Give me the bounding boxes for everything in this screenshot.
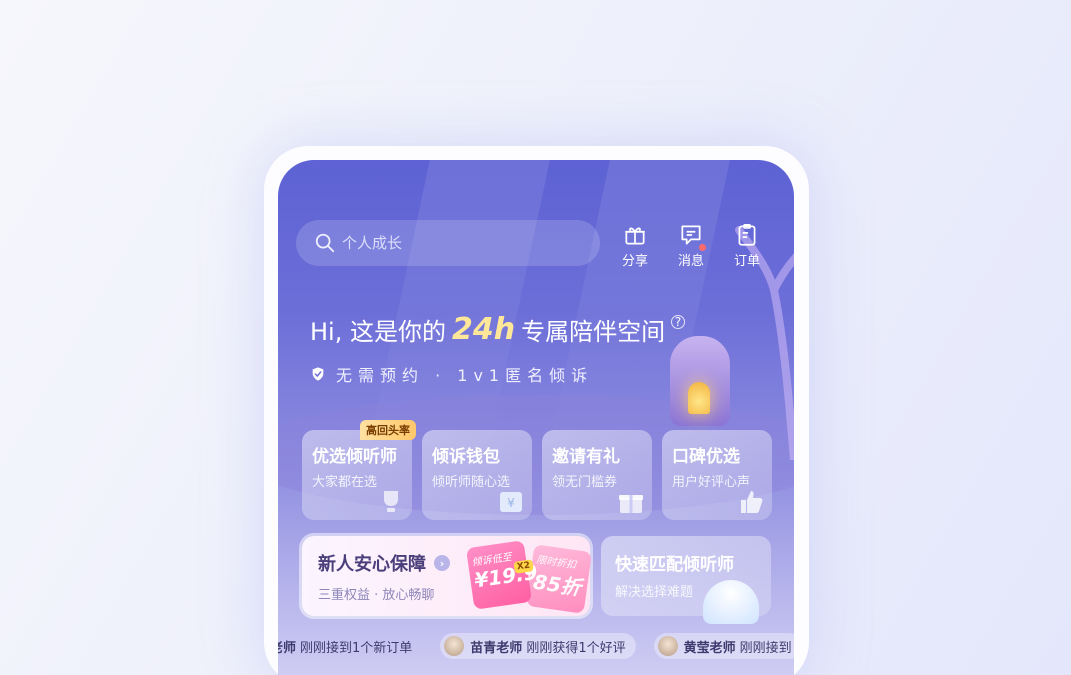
promo-title-text: 新人安心保障	[318, 554, 426, 575]
card-invite[interactable]: 邀请有礼 领无门槛券	[542, 430, 652, 520]
orders-label: 订单	[733, 254, 760, 269]
messages-label: 消息	[677, 254, 704, 269]
top-actions: 分享 消息 订单	[618, 222, 764, 269]
shield-check-icon	[312, 367, 324, 381]
card-preferred-listener[interactable]: 优选倾听师 大家都在选	[302, 430, 412, 520]
unread-dot	[699, 244, 706, 251]
hero-subtitle: 无需预约 · 1v1匿名倾诉	[310, 362, 593, 386]
ticker-name: 老师	[278, 640, 297, 656]
messages-button[interactable]: 消息	[674, 222, 708, 269]
orders-button[interactable]: 订单	[730, 222, 764, 269]
ticker-name: 苗青老师	[470, 640, 523, 656]
card-title: 邀请有礼	[552, 447, 620, 467]
hero-subtitle-text: 无需预约 · 1v1匿名倾诉	[336, 366, 594, 385]
avatar	[444, 636, 465, 656]
search-icon	[315, 233, 335, 253]
ticker-item: 苗青老师 刚刚获得1个好评	[440, 633, 636, 659]
glowing-door	[688, 382, 710, 414]
badge-high-return: 高回头率	[360, 420, 416, 440]
newbie-guarantee-card[interactable]: 新人安心保障 › 三重权益 · 放心畅聊 限时折扣 85折 倾诉低至 ¥19.9…	[302, 536, 593, 616]
gift-icon	[625, 227, 645, 245]
hero-title-suffix: 专属陪伴空间	[521, 318, 666, 346]
hero-title-prefix: Hi, 这是你的	[310, 318, 446, 346]
share-button[interactable]: 分享	[618, 222, 652, 269]
ticker-item: 老师 刚刚接到1个新订单	[278, 634, 422, 659]
card-title: 优选倾听师	[312, 447, 397, 467]
gift-box-icon	[619, 495, 643, 513]
share-label: 分享	[621, 254, 648, 269]
search-bar[interactable]	[296, 220, 600, 266]
search-input[interactable]	[342, 234, 582, 252]
ticker-text: 刚刚接到	[739, 640, 792, 656]
card-title: 倾诉钱包	[432, 447, 500, 467]
tree-stump-illustration	[670, 336, 730, 426]
quick-match-card[interactable]: 快速匹配倾听师 解决选择难题	[601, 536, 771, 624]
hero-title: Hi, 这是你的 24h 专属陪伴空间 ?	[310, 312, 686, 347]
help-icon[interactable]: ?	[671, 314, 686, 329]
card-title: 口碑优选	[672, 447, 740, 467]
activity-ticker: 老师 刚刚接到1个新订单 苗青老师 刚刚获得1个好评 黄莹老师 刚刚接到	[278, 632, 794, 660]
ticker-text: 刚刚接到1个新订单	[300, 640, 413, 656]
app-screen: 分享 消息 订单 Hi, 这是你的 24h 专属陪伴空间 ?	[278, 160, 794, 675]
match-title: 快速匹配倾听师	[615, 555, 734, 575]
ticker-text: 刚刚获得1个好评	[526, 640, 626, 656]
svg-text:¥: ¥	[507, 496, 515, 510]
chevron-right-icon: ›	[434, 555, 450, 571]
ticker-name: 黄莹老师	[683, 640, 736, 656]
card-reputation[interactable]: 口碑优选 用户好评心声	[662, 430, 772, 520]
hero-title-highlight: 24h	[451, 312, 516, 347]
thumbs-up-icon	[741, 491, 763, 513]
trophy-icon	[384, 491, 398, 512]
clipboard-icon	[738, 223, 756, 246]
ticker-item: 黄莹老师 刚刚接到	[653, 633, 794, 659]
card-wallet[interactable]: 倾诉钱包 倾听师随心选 ¥	[422, 430, 532, 520]
coupon-low-price: 倾诉低至 ¥19.9 X2	[465, 540, 539, 610]
avatar	[657, 636, 678, 656]
wallet-icon: ¥	[500, 492, 522, 512]
